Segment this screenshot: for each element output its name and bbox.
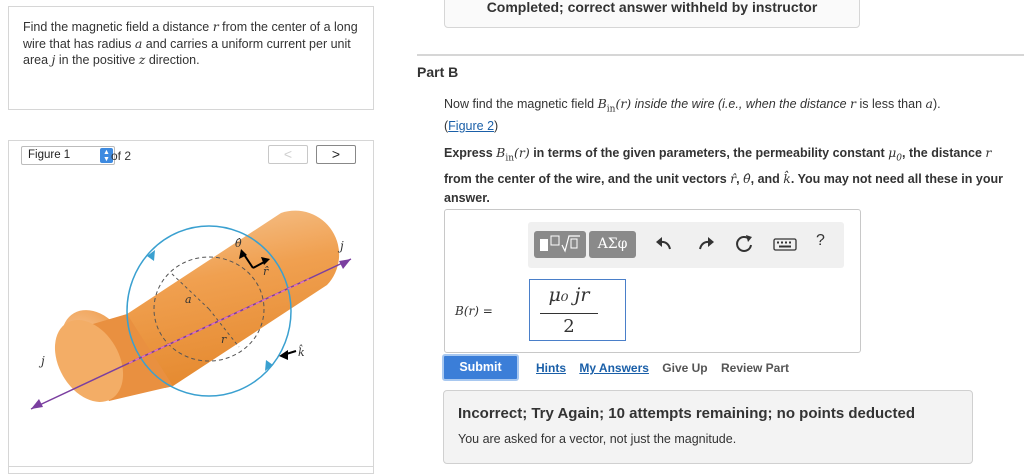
fraction-denominator: 2	[563, 316, 575, 337]
figure-count: of 2	[111, 149, 132, 163]
arg-r: (r)	[514, 145, 530, 160]
question-segment: ).	[932, 97, 941, 111]
undo-icon[interactable]	[652, 232, 676, 256]
label-a: a	[185, 293, 192, 306]
problem-text: in the positive	[55, 53, 139, 67]
redo-icon[interactable]	[694, 232, 718, 256]
prev-figure-button[interactable]: <	[268, 145, 308, 164]
templates-button[interactable]	[534, 231, 586, 258]
label-theta: θ̂	[235, 237, 242, 250]
figure-panel: Figure 1 ▲ ▼ of 2 < > a r j j θ̂ r̂ k̂	[8, 140, 374, 474]
question-segment: Now find the magnetic field	[444, 97, 598, 111]
b-in-symbol: Bin(r)	[496, 145, 530, 164]
status-banner: Completed; correct answer withheld by in…	[444, 0, 860, 28]
label-r: r	[221, 333, 227, 346]
answer-actions: Hints My Answers Give Up Review Part	[536, 361, 799, 375]
question-segment: is less than	[856, 97, 926, 111]
fraction-numerator: μ₀ jr	[548, 284, 590, 306]
instruction-segment: , the distance	[902, 146, 986, 160]
part-title: Part B	[417, 64, 459, 80]
wire-figure: a r j j θ̂ r̂ k̂	[30, 210, 352, 410]
var-a: a	[925, 96, 933, 111]
templates-icon	[540, 235, 580, 253]
my-answers-link[interactable]: My Answers	[579, 361, 649, 375]
figure-2-link[interactable]: Figure 2	[448, 119, 494, 133]
feedback-message: You are asked for a vector, not just the…	[458, 432, 737, 446]
submit-button[interactable]: Submit	[442, 354, 519, 381]
reset-icon[interactable]	[732, 232, 756, 256]
math-toolbar: ΑΣφ ?	[528, 222, 844, 268]
problem-text: Find the magnetic field a distance	[23, 20, 213, 34]
b-in-symbol: Bin(r)	[597, 96, 632, 115]
instruction-segment: in terms of the given parameters, the pe…	[529, 146, 889, 160]
arg-r: (r)	[615, 96, 632, 111]
keyboard-icon[interactable]	[772, 232, 798, 256]
mu0-symbol: μ0	[888, 145, 902, 164]
lhs-expression: B(r) =	[455, 304, 493, 318]
fraction-bar	[540, 313, 598, 314]
axis-arrow-icon	[339, 259, 351, 269]
b-symbol: B	[597, 96, 607, 111]
part-divider	[417, 54, 1024, 56]
divider	[8, 466, 374, 467]
answer-lhs: B(r) =	[455, 304, 493, 318]
figure-select-value: Figure 1	[28, 149, 71, 161]
question-segment: inside the wire (i.e., when the distance	[631, 97, 851, 111]
feedback-box: Incorrect; Try Again; 10 attempts remain…	[443, 390, 973, 464]
hints-link[interactable]: Hints	[536, 361, 566, 375]
help-button[interactable]: ?	[816, 232, 825, 250]
b-symbol: B	[496, 145, 506, 160]
problem-statement: Find the magnetic field a distance r fro…	[8, 6, 374, 110]
instruction-segment: from the center of the wire, and the uni…	[444, 171, 731, 186]
give-up-link[interactable]: Give Up	[662, 361, 707, 375]
sub-in: in	[505, 153, 514, 164]
answer-panel: ΑΣφ ? B(r) = μ₀ jr 2	[444, 209, 861, 353]
instruction-segment: Express	[444, 146, 497, 160]
review-part-link[interactable]: Review Part	[721, 361, 789, 375]
greek-symbols-button[interactable]: ΑΣφ	[589, 231, 636, 258]
axis-arrow-icon	[31, 399, 43, 409]
answer-input[interactable]: μ₀ jr 2	[529, 279, 626, 341]
unit-theta-hat: θ̂	[743, 170, 751, 186]
question-text: Now find the magnetic field Bin(r) insid…	[444, 96, 941, 133]
var-r: r	[985, 145, 992, 160]
instructions: Express Bin(r) in terms of the given par…	[444, 143, 1019, 208]
problem-text: direction.	[145, 53, 200, 67]
figure-select[interactable]: Figure 1 ▲ ▼	[21, 146, 115, 165]
next-figure-button[interactable]: >	[316, 145, 356, 164]
feedback-title: Incorrect; Try Again; 10 attempts remain…	[458, 405, 916, 422]
instruction-segment: , and	[750, 171, 784, 186]
unit-k-hat: k̂	[783, 170, 791, 186]
label-j-bottom: j	[38, 354, 45, 368]
label-k-hat: k̂	[298, 345, 305, 359]
